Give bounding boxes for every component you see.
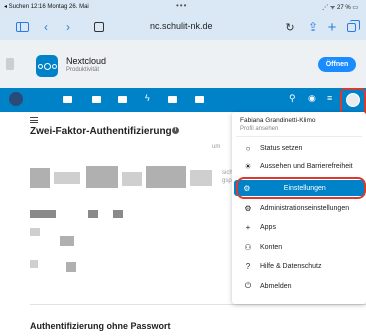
menu-item-help[interactable]: ? Hilfe & Datenschutz xyxy=(234,258,364,274)
truncated-text: gsp xyxy=(222,178,232,184)
banner-close-icon[interactable] xyxy=(6,58,14,70)
reader-icon[interactable] xyxy=(92,19,106,35)
redacted-block xyxy=(86,166,118,188)
contacts-app-icon[interactable] xyxy=(168,96,177,103)
browser-toolbar: ‹ › nc.schulit-nk.de ↻ ⇪ + xyxy=(0,14,366,40)
reload-icon[interactable]: ↻ xyxy=(284,19,296,35)
user-name[interactable]: Fabiana Grandinetti-Klimo xyxy=(240,117,316,124)
share-icon[interactable]: ⇪ xyxy=(306,19,320,35)
truncated-text: um xyxy=(212,144,221,150)
app-subtitle: Produktivität xyxy=(66,67,100,73)
back-icon[interactable]: ‹ xyxy=(40,19,52,35)
menu-item-apps[interactable]: + Apps xyxy=(234,219,364,235)
app-name: Nextcloud xyxy=(66,56,107,66)
redacted-block xyxy=(30,210,56,218)
calendar-icon[interactable] xyxy=(195,96,204,103)
contacts-menu-icon[interactable]: ≡ xyxy=(327,93,332,103)
redacted-block xyxy=(60,236,74,246)
redacted-block xyxy=(30,168,50,188)
new-tab-icon[interactable]: + xyxy=(326,19,338,36)
search-icon[interactable]: ⚲ xyxy=(289,93,296,104)
redacted-block xyxy=(88,210,98,218)
url-field[interactable]: nc.schulit-nk.de xyxy=(150,21,280,31)
apps-icon: + xyxy=(245,222,251,232)
status-icon: ○ xyxy=(245,143,251,153)
accounts-icon: ⚇ xyxy=(244,242,252,252)
menu-item-appearance[interactable]: ☀ Aussehen und Barrierefreiheit xyxy=(234,158,364,174)
menu-item-status[interactable]: ○ Status setzen xyxy=(234,140,364,156)
forward-icon[interactable]: › xyxy=(62,19,74,35)
menu-divider xyxy=(236,136,362,137)
user-avatar[interactable] xyxy=(346,93,360,107)
status-bar-left[interactable]: ◂ Suchen 12:16 Montag 26. Mai xyxy=(4,3,89,10)
page-title: Zwei-Faktor-Authentifizierung xyxy=(30,126,172,137)
activity-icon[interactable]: ϟ xyxy=(145,93,150,103)
navigation-toggle-icon[interactable] xyxy=(30,117,38,125)
files-icon[interactable] xyxy=(92,96,101,103)
profile-link[interactable]: Profil ansehen xyxy=(240,126,278,132)
status-bar-right: ⋰ ᯤ 27 % ▭ xyxy=(322,5,358,11)
menu-item-admin-settings[interactable]: ⚙ Administrationseinstellungen xyxy=(234,200,364,216)
redacted-block xyxy=(66,262,76,272)
redacted-block xyxy=(30,228,40,236)
appearance-icon: ☀ xyxy=(244,161,252,171)
multitasking-dots[interactable]: ••• xyxy=(176,1,187,10)
status-bar: ◂ Suchen 12:16 Montag 26. Mai ••• ⋰ ᯤ 27… xyxy=(0,0,366,14)
settings-highlight xyxy=(236,177,366,199)
section-title: Authentifizierung ohne Passwort xyxy=(30,321,171,331)
menu-item-logout[interactable]: ⏻ Abmelden xyxy=(234,278,364,294)
admin-settings-icon: ⚙ xyxy=(244,203,252,213)
open-app-button[interactable]: Öffnen xyxy=(318,57,356,72)
redacted-block xyxy=(146,166,186,188)
dashboard-icon[interactable] xyxy=(63,96,72,103)
redacted-block xyxy=(113,210,123,218)
redacted-block xyxy=(122,172,142,186)
nextcloud-app-icon xyxy=(36,55,58,77)
tab-overview-icon[interactable] xyxy=(344,19,360,35)
redacted-block xyxy=(54,172,80,184)
info-icon[interactable]: i xyxy=(172,127,179,134)
sidebar-toggle-icon[interactable] xyxy=(14,19,30,35)
help-icon: ? xyxy=(245,261,251,271)
photos-icon[interactable] xyxy=(118,96,127,103)
redacted-block xyxy=(30,260,38,268)
nextcloud-logo[interactable] xyxy=(9,92,23,106)
notifications-icon[interactable]: ◉ xyxy=(308,93,316,104)
section-divider xyxy=(30,304,366,305)
menu-item-accounts[interactable]: ⚇ Konten xyxy=(234,239,364,255)
logout-icon: ⏻ xyxy=(244,281,252,290)
redacted-block xyxy=(190,170,212,186)
